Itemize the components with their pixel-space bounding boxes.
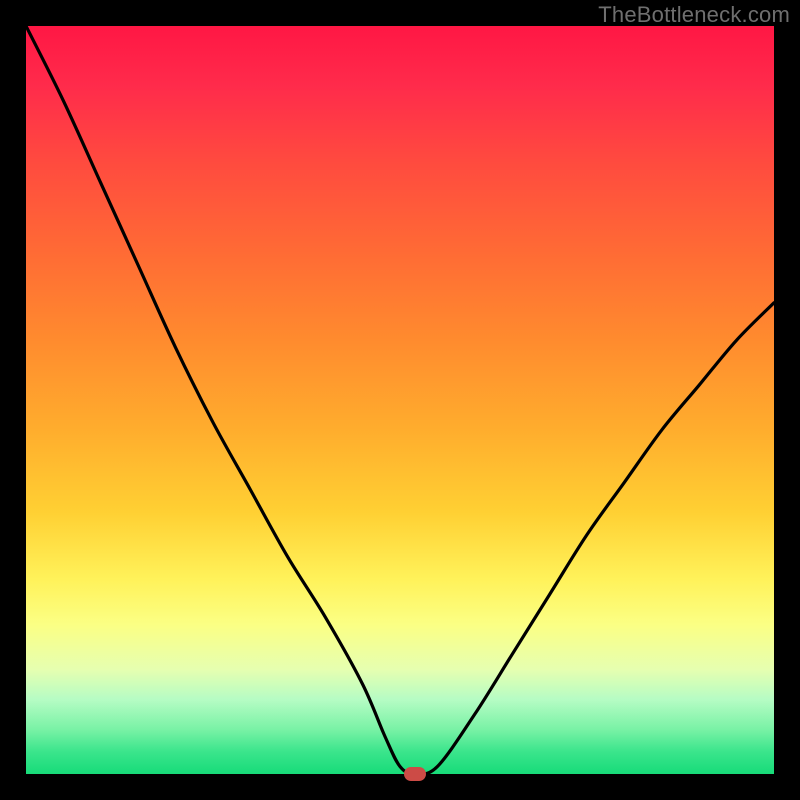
- optimal-point-marker: [404, 767, 426, 781]
- watermark-text: TheBottleneck.com: [598, 2, 790, 28]
- bottleneck-curve: [26, 26, 774, 774]
- chart-frame: TheBottleneck.com: [0, 0, 800, 800]
- plot-area: [26, 26, 774, 774]
